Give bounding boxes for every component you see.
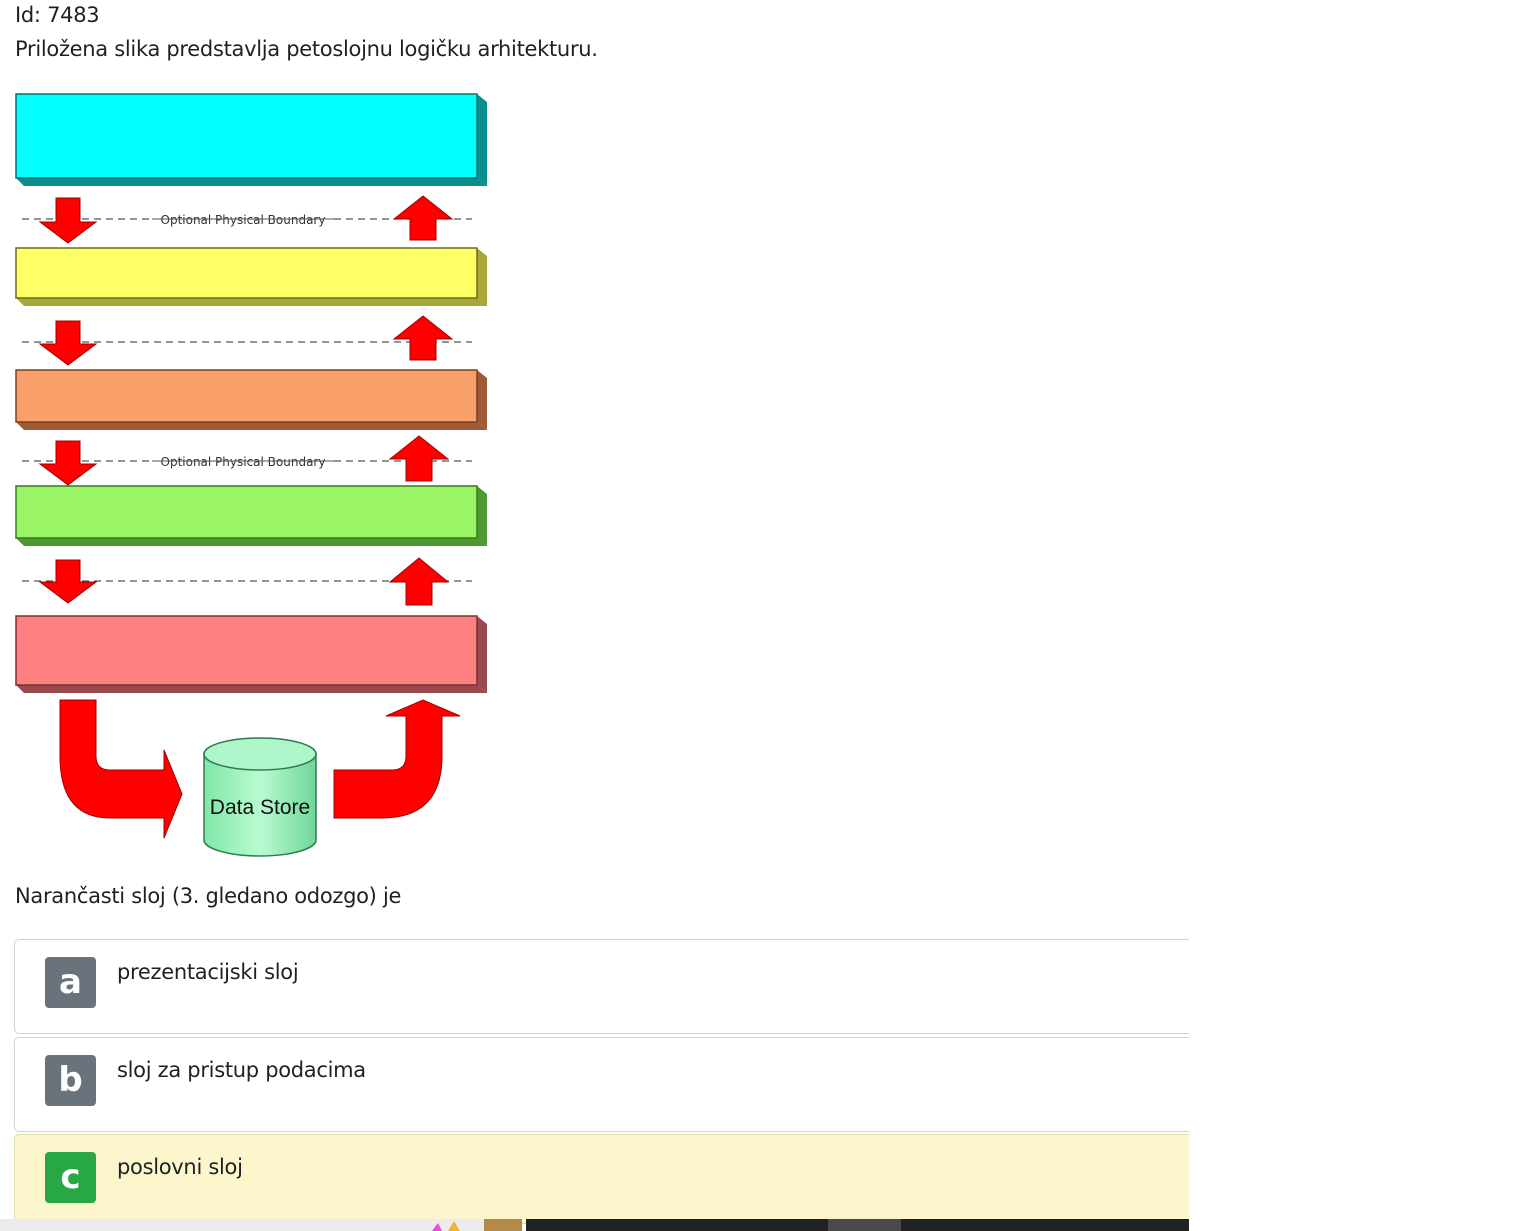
layer-presentation-cyan bbox=[15, 93, 487, 186]
question-id: Id: 7483 bbox=[15, 3, 100, 27]
curved-arrow-down bbox=[59, 699, 183, 839]
question-prompt: Narančasti sloj (3. gledano odozgo) je bbox=[15, 884, 402, 908]
answer-option-c[interactable]: c poslovni sloj bbox=[14, 1134, 1189, 1224]
answer-option-a[interactable]: a prezentacijski sloj bbox=[14, 939, 1189, 1034]
layer-yellow bbox=[15, 247, 487, 306]
curved-arrow-up bbox=[333, 699, 461, 819]
data-store-label: Data Store bbox=[210, 796, 310, 819]
answer-text: prezentacijski sloj bbox=[117, 960, 299, 984]
architecture-diagram: Optional Physical Boundary Optional Phys… bbox=[12, 88, 492, 863]
answer-letter-badge: c bbox=[45, 1152, 96, 1203]
answer-text: poslovni sloj bbox=[117, 1155, 243, 1179]
taskbar-active-item[interactable] bbox=[828, 1219, 901, 1231]
answer-text: sloj za pristup podacima bbox=[117, 1058, 366, 1082]
data-store-cylinder: Data Store bbox=[203, 737, 317, 857]
taskbar-app-icon[interactable] bbox=[428, 1221, 468, 1231]
answer-option-b[interactable]: b sloj za pristup podacima bbox=[14, 1037, 1189, 1132]
boundary-label-2: Optional Physical Boundary bbox=[161, 455, 326, 469]
layer-orange bbox=[15, 369, 487, 430]
quiz-page: Id: 7483 Priložena slika predstavlja pet… bbox=[0, 0, 1536, 1231]
taskbar-strip bbox=[0, 1219, 1189, 1231]
answer-letter-badge: a bbox=[45, 957, 96, 1008]
boundary-label-1: Optional Physical Boundary bbox=[161, 213, 326, 227]
question-text: Priložena slika predstavlja petoslojnu l… bbox=[15, 37, 598, 61]
answer-letter-badge: b bbox=[45, 1055, 96, 1106]
layer-green bbox=[15, 485, 487, 546]
layer-pink bbox=[15, 615, 487, 693]
